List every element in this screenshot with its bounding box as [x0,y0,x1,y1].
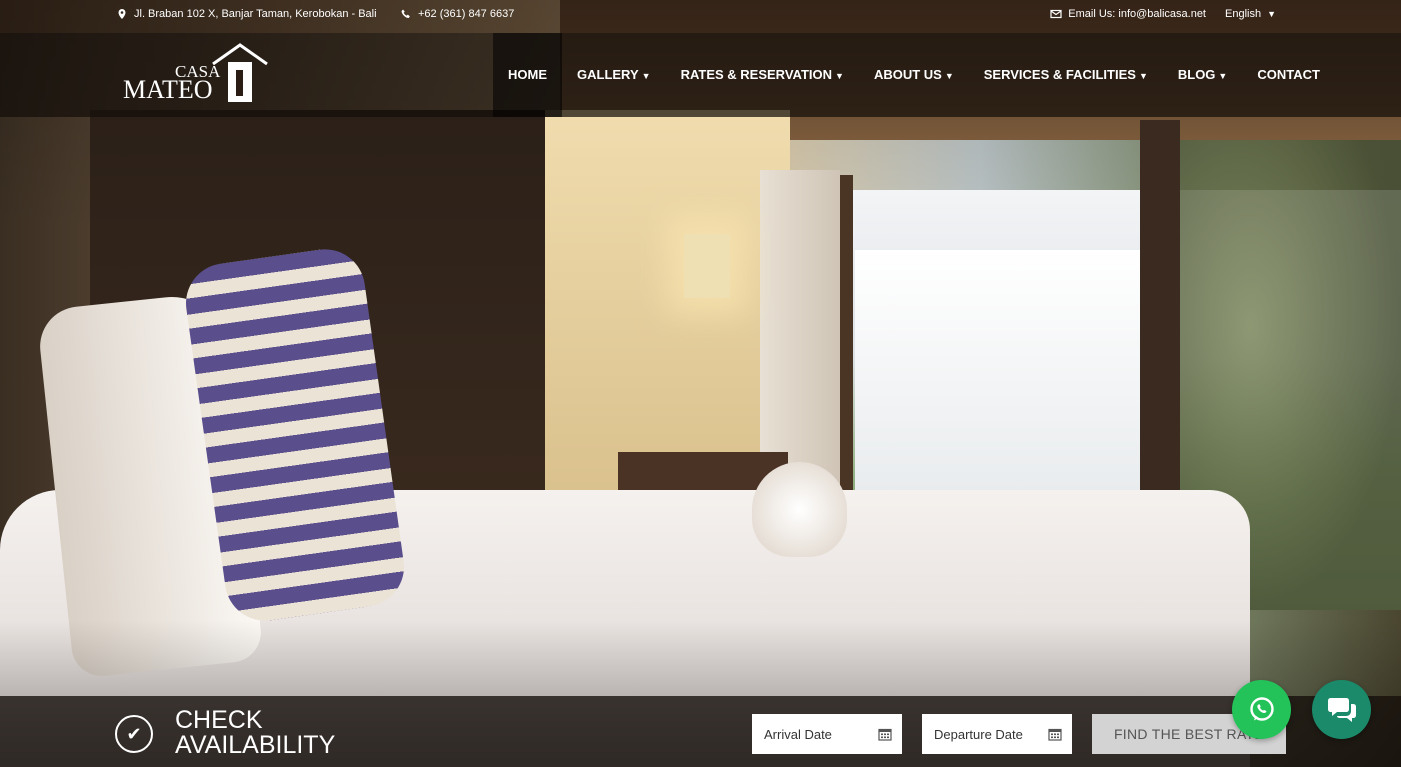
nav-rates-label: RATES & RESERVATION [680,67,833,82]
chat-icon [1327,697,1356,722]
email-item[interactable]: Email Us: info@balicasa.net [1050,0,1206,28]
check-availability-title: CHECK AVAILABILITY [175,708,375,758]
nav-blog-label: BLOG [1177,67,1216,82]
nav-contact[interactable]: CONTACT [1242,33,1335,117]
whatsapp-icon [1249,696,1274,721]
caret-down-icon: ▼ [1267,9,1276,19]
language-selector[interactable]: English ▼ [1225,0,1276,28]
caret-down-icon: ▼ [835,71,844,81]
top-info-bar: Jl. Braban 102 X, Banjar Taman, Keroboka… [0,0,1401,33]
calendar-icon[interactable] [878,727,892,741]
address-text: Jl. Braban 102 X, Banjar Taman, Keroboka… [134,8,377,20]
check-availability-line1: CHECK [175,706,263,734]
map-marker-icon [118,9,126,19]
email-text: Email Us: info@balicasa.net [1068,8,1206,20]
arrival-date-field[interactable] [752,714,902,754]
logo-mateo-text: MATEO [123,75,213,104]
nav-home[interactable]: HOME [493,33,562,117]
phone-item[interactable]: +62 (361) 847 6637 [400,0,514,28]
nav-gallery[interactable]: GALLERY ▼ [562,33,666,117]
whatsapp-button[interactable] [1232,680,1291,739]
phone-icon [401,9,410,18]
casa-mateo-logo[interactable]: CASA MATEO [123,42,268,108]
check-availability-line2: AVAILABILITY [175,731,336,759]
address-item: Jl. Braban 102 X, Banjar Taman, Keroboka… [116,0,377,28]
nav-about-us[interactable]: ABOUT US ▼ [859,33,969,117]
wall [545,110,790,510]
calendar-icon[interactable] [1048,727,1062,741]
nav-home-label: HOME [508,67,547,82]
nav-contact-label: CONTACT [1257,67,1320,82]
check-circle-icon: ✔ [115,715,153,753]
language-label: English [1225,8,1262,20]
departure-date-field[interactable] [922,714,1072,754]
caret-down-icon: ▼ [1138,71,1148,81]
nav-gallery-label: GALLERY [577,67,639,82]
departure-date-input[interactable] [924,716,1044,752]
live-chat-button[interactable] [1312,680,1371,739]
caret-down-icon: ▼ [641,71,651,81]
phone-text: +62 (361) 847 6637 [418,8,515,20]
nav-rates-reservation[interactable]: RATES & RESERVATION ▼ [666,33,859,117]
nav-services-facilities[interactable]: SERVICES & FACILITIES ▼ [969,33,1163,117]
wall-lamp [684,234,730,298]
caret-down-icon: ▼ [944,71,954,81]
envelope-icon [1050,9,1062,19]
caret-down-icon: ▼ [1218,71,1228,81]
nav-blog[interactable]: BLOG ▼ [1163,33,1242,117]
villa-view [855,250,1155,490]
shell-decoration [752,462,847,557]
house-icon [212,43,268,102]
main-menu: HOME GALLERY ▼ RATES & RESERVATION ▼ ABOUT… [493,33,1335,117]
nav-services-label: SERVICES & FACILITIES [983,67,1136,82]
nav-about-label: ABOUT US [873,67,942,82]
arrival-date-input[interactable] [754,716,874,752]
